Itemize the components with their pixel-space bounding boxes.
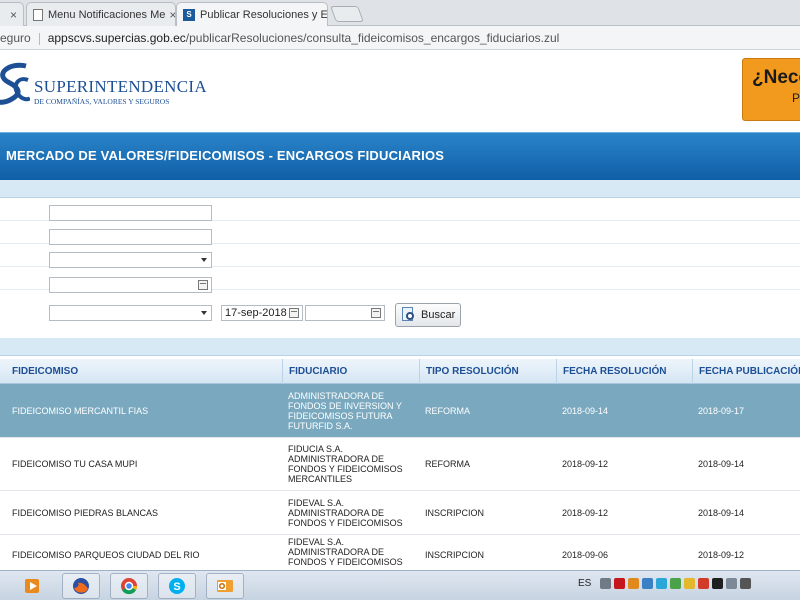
address-bar[interactable]: eguro appscvs.supercias.gob.ec/publicarRe… bbox=[0, 26, 800, 50]
volume-icon[interactable] bbox=[740, 578, 752, 589]
filter-row bbox=[0, 267, 800, 293]
cell-fecha-resolucion: 2018-09-12 bbox=[562, 459, 609, 469]
tab-publicar-resoluciones[interactable]: S Publicar Resoluciones y E × bbox=[176, 2, 328, 26]
page-title-bar: MERCADO DE VALORES/FIDEICOMISOS - ENCARG… bbox=[0, 132, 800, 180]
cell-fiduciario: FIDEVAL S.A. ADMINISTRADORA DE FONDOS Y … bbox=[288, 497, 403, 528]
text-input-1[interactable] bbox=[49, 205, 212, 221]
cell-fideicomiso: FIDEICOMISO PIEDRAS BLANCAS bbox=[12, 507, 159, 518]
firefox-icon[interactable] bbox=[62, 573, 100, 599]
help-button[interactable]: ¿Nece P bbox=[742, 58, 800, 121]
table-row[interactable]: FIDEICOMISO PARQUEOS CIUDAD DEL RIO FIDE… bbox=[0, 535, 800, 575]
close-icon[interactable]: × bbox=[165, 8, 175, 22]
filter-row bbox=[0, 198, 800, 221]
sync-icon[interactable] bbox=[670, 578, 682, 589]
filter-row bbox=[0, 244, 800, 268]
search-button[interactable]: Buscar bbox=[395, 303, 461, 327]
folder-icon[interactable] bbox=[684, 578, 696, 589]
chevron-down-icon bbox=[201, 258, 207, 262]
system-tray: ES bbox=[578, 578, 752, 589]
calendar-icon[interactable] bbox=[371, 308, 381, 318]
filter-form: 17-sep-2018 Buscar bbox=[0, 198, 800, 334]
cell-fecha-resolucion: 2018-09-14 bbox=[562, 405, 609, 416]
monitor-icon[interactable] bbox=[726, 578, 738, 589]
cell-fideicomiso: FIDEICOMISO MERCANTIL FIAS bbox=[12, 405, 149, 416]
text-input-2[interactable] bbox=[49, 229, 212, 245]
new-tab-button[interactable] bbox=[330, 6, 364, 22]
calendar-icon[interactable] bbox=[289, 308, 299, 318]
cell-fiduciario: FIDEVAL S.A. ADMINISTRADORA DE FONDOS Y … bbox=[288, 537, 403, 567]
column-header-fiduciario[interactable]: FIDUCIARIO bbox=[282, 359, 419, 384]
select-dropdown-1[interactable] bbox=[49, 252, 212, 268]
column-header-fecha-resolucion[interactable]: FECHA RESOLUCIÓN bbox=[556, 359, 692, 384]
cell-fecha-publicacion: 2018-09-14 bbox=[698, 459, 745, 469]
language-indicator[interactable]: ES bbox=[578, 578, 591, 589]
cell-fecha-resolucion: 2018-09-12 bbox=[562, 507, 609, 518]
column-header-tipo-resolucion[interactable]: TIPO RESOLUCIÓN bbox=[419, 359, 556, 384]
pdf-icon[interactable] bbox=[698, 578, 710, 589]
column-header-fecha-publicacion[interactable]: FECHA PUBLICACIÓN bbox=[692, 359, 800, 384]
cell-fideicomiso: FIDEICOMISO TU CASA MUPI bbox=[12, 459, 138, 469]
outlook-icon[interactable] bbox=[206, 573, 244, 599]
supercias-favicon-icon: S bbox=[183, 8, 195, 21]
page-title: MERCADO DE VALORES/FIDEICOMISOS - ENCARG… bbox=[6, 148, 445, 163]
app-o-icon[interactable] bbox=[628, 578, 640, 589]
security-label: eguro bbox=[0, 31, 31, 45]
help-button-sublabel: P bbox=[792, 91, 800, 105]
skype-icon[interactable]: S bbox=[158, 573, 196, 599]
tab-label: Publicar Resoluciones y E bbox=[200, 8, 328, 21]
help-button-label: ¿Nece bbox=[752, 67, 800, 88]
date-to-input[interactable] bbox=[305, 305, 385, 321]
close-icon[interactable]: × bbox=[6, 8, 17, 22]
network-icon[interactable] bbox=[656, 578, 668, 589]
url-host: appscvs.supercias.gob.ec bbox=[47, 31, 186, 45]
cell-fecha-publicacion: 2018-09-12 bbox=[698, 550, 745, 560]
date-from-value: 17-sep-2018 bbox=[225, 307, 287, 319]
cell-fideicomiso: FIDEICOMISO PARQUEOS CIUDAD DEL RIO bbox=[12, 550, 200, 560]
app-k-icon[interactable] bbox=[614, 578, 626, 589]
cell-fiduciario: FIDUCIA S.A. ADMINISTRADORA DE FONDOS Y … bbox=[288, 444, 403, 484]
table-header: FIDEICOMISO FIDUCIARIO TIPO RESOLUCIÓN F… bbox=[0, 359, 800, 384]
url-path: /publicarResoluciones/consulta_fideicomi… bbox=[185, 31, 560, 45]
calendar-icon[interactable] bbox=[198, 280, 208, 290]
document-icon bbox=[33, 8, 43, 21]
cell-fecha-resolucion: 2018-09-06 bbox=[562, 550, 609, 560]
logo-subtitle: DE COMPAÑÍAS, VALORES Y SEGUROS bbox=[34, 97, 170, 106]
cell-tipo: INSCRIPCION bbox=[425, 550, 485, 560]
tab-menu-notificaciones[interactable]: Menu Notificaciones Me × bbox=[26, 2, 176, 26]
cell-tipo: REFORMA bbox=[425, 405, 470, 416]
search-icon bbox=[401, 307, 417, 323]
search-button-label: Buscar bbox=[421, 309, 456, 321]
cell-fiduciario: ADMINISTRADORA DE FONDOS DE INVERSION Y … bbox=[288, 390, 402, 431]
results-section-header bbox=[0, 338, 800, 356]
cell-fecha-publicacion: 2018-09-17 bbox=[698, 405, 745, 416]
column-header-fideicomiso[interactable]: FIDEICOMISO bbox=[6, 359, 282, 384]
keyboard-icon[interactable] bbox=[600, 578, 612, 589]
cell-fecha-publicacion: 2018-09-14 bbox=[698, 507, 745, 518]
filter-section-header bbox=[0, 180, 800, 198]
site-header: SUPERINTENDENCIA DE COMPAÑÍAS, VALORES Y… bbox=[0, 51, 800, 132]
supercias-logo-icon bbox=[0, 62, 30, 105]
table-row[interactable]: FIDEICOMISO TU CASA MUPI FIDUCIA S.A. AD… bbox=[0, 438, 800, 491]
table-row[interactable]: FIDEICOMISO MERCANTIL FIAS ADMINISTRADOR… bbox=[0, 384, 800, 438]
app-tray-icon[interactable] bbox=[642, 578, 654, 589]
date-from-input[interactable]: 17-sep-2018 bbox=[221, 305, 303, 321]
media-player-icon[interactable] bbox=[14, 573, 52, 599]
select-dropdown-2[interactable] bbox=[49, 305, 212, 321]
divider bbox=[38, 32, 40, 45]
logo-title: SUPERINTENDENCIA bbox=[34, 77, 207, 96]
tab-previous[interactable]: × bbox=[0, 2, 24, 26]
chevron-down-icon bbox=[201, 311, 207, 315]
cell-tipo: INSCRIPCION bbox=[425, 507, 485, 518]
table-row[interactable]: FIDEICOMISO PIEDRAS BLANCAS FIDEVAL S.A.… bbox=[0, 491, 800, 535]
app-n-icon[interactable] bbox=[712, 578, 724, 589]
tab-label: Menu Notificaciones Me bbox=[48, 8, 166, 21]
url-field[interactable]: eguro appscvs.supercias.gob.ec/publicarRe… bbox=[0, 29, 559, 47]
cell-tipo: REFORMA bbox=[425, 459, 470, 469]
taskbar: S ES bbox=[0, 570, 800, 600]
browser-tab-strip: × Menu Notificaciones Me × S Publicar Re… bbox=[0, 0, 800, 26]
chrome-icon[interactable] bbox=[110, 573, 148, 599]
filter-row bbox=[0, 221, 800, 245]
svg-text:S: S bbox=[173, 581, 180, 593]
